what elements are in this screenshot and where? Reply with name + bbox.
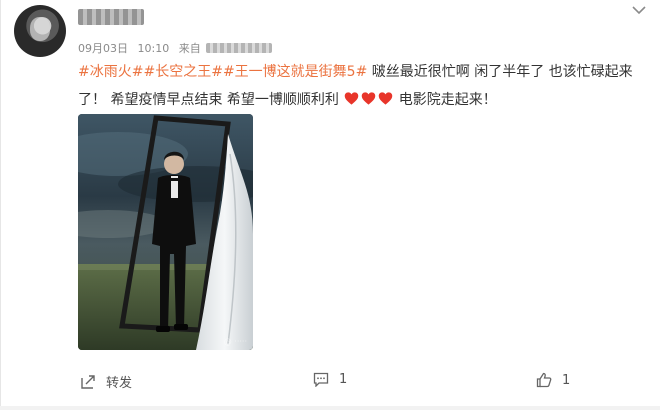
post-date[interactable]: 09月03日 xyxy=(78,42,128,55)
topic-tag[interactable]: #冰雨火# xyxy=(78,64,143,80)
repost-label: 转发 xyxy=(106,376,133,391)
topic-tag[interactable]: #王一博这就是街舞5# xyxy=(223,64,367,80)
repost-icon xyxy=(81,374,95,389)
post-image-art xyxy=(78,114,253,350)
action-bar: 转发 1 1 xyxy=(0,368,660,396)
post-meta: 09月03日 10:10 来自 xyxy=(78,40,278,56)
comment-icon xyxy=(313,372,329,387)
source-label: 来自 xyxy=(178,42,201,55)
post-text: #冰雨火##长空之王##王一博这就是街舞5# 啵丝最近很忙啊 闲了半年了 也该忙… xyxy=(78,58,643,114)
post-text-end: 电影院走起来！ xyxy=(394,92,497,108)
chevron-down-icon[interactable] xyxy=(632,4,646,19)
post-time[interactable]: 10:10 xyxy=(138,42,170,55)
post-text-line2: 了！ 希望疫情早点结束 希望一博顺顺利利 xyxy=(78,92,344,108)
username-blurred[interactable] xyxy=(78,9,144,25)
post-image[interactable]: @ ····· xyxy=(78,114,253,350)
thumbs-up-icon xyxy=(536,372,552,388)
heart-icon xyxy=(379,92,393,105)
card-bottom-divider xyxy=(0,406,660,410)
image-watermark: @ ····· xyxy=(223,337,247,346)
like-count: 1 xyxy=(562,372,571,388)
weibo-post-card: 09月03日 10:10 来自 #冰雨火##长空之王##王一博这就是街舞5# 啵… xyxy=(0,0,660,410)
topic-tag[interactable]: #长空之王# xyxy=(143,64,222,80)
source-blurred[interactable] xyxy=(206,43,273,53)
repost-button[interactable]: 转发 xyxy=(80,372,132,391)
left-border xyxy=(0,0,1,410)
avatar[interactable] xyxy=(14,5,66,57)
comment-count: 1 xyxy=(339,372,348,387)
comment-button[interactable]: 1 xyxy=(313,372,347,387)
avatar-face xyxy=(30,17,50,41)
heart-icon xyxy=(362,92,376,105)
heart-icon xyxy=(345,92,359,105)
like-button[interactable]: 1 xyxy=(536,372,570,388)
post-text-line1: 啵丝最近很忙啊 闲了半年了 也该忙碌起来 xyxy=(367,64,633,80)
